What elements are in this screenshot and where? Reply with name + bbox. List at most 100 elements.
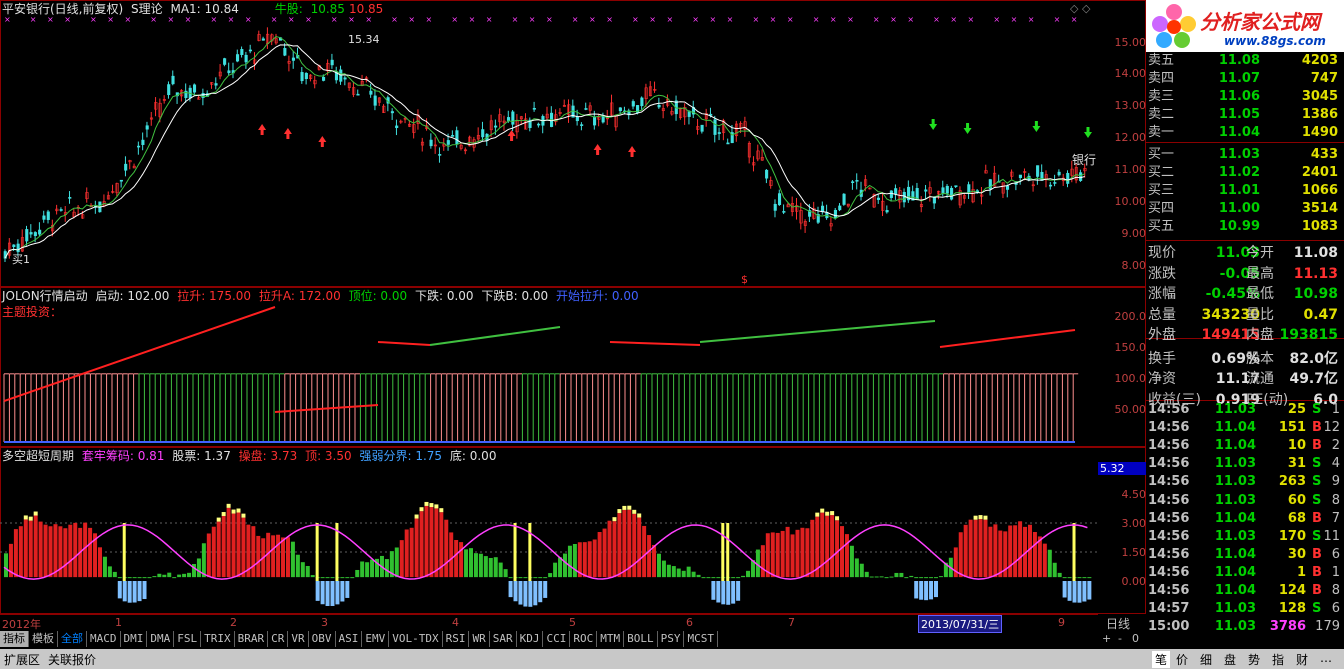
tab-wr[interactable]: WR: [469, 631, 490, 647]
tick-time: 14:56: [1148, 456, 1190, 472]
cycle-bar: [107, 566, 112, 578]
tab-roc[interactable]: ROC: [570, 631, 598, 647]
tab-kdj[interactable]: KDJ: [516, 631, 544, 647]
tab-vr[interactable]: VR: [288, 631, 309, 647]
signal-x-icon: ×: [288, 15, 295, 24]
candle-body: [141, 139, 145, 145]
zoom-in-button[interactable]: +: [1102, 632, 1111, 645]
stat-label2: 量比: [1246, 306, 1274, 323]
quote-tab[interactable]: 指: [1272, 651, 1284, 668]
signal-x-icon: ×: [426, 15, 433, 24]
tab-dma[interactable]: DMA: [147, 631, 175, 647]
quote-tab[interactable]: 财: [1296, 651, 1308, 668]
candle-body: [438, 154, 442, 156]
cycle-bar: [562, 553, 567, 578]
tab-psy[interactable]: PSY: [657, 631, 685, 647]
tab-emv[interactable]: EMV: [362, 631, 390, 647]
signal-x-icon: ×: [64, 15, 71, 24]
candlestick-chart[interactable]: × × × × × × × × × × × × × × × × × × × × × × × × × × × × × × × × × × × × × × × ×…: [0, 14, 1098, 286]
cycle-bar: [434, 508, 439, 578]
tab-mcst[interactable]: MCST: [684, 631, 718, 647]
cycle-bar-cap: [978, 515, 983, 520]
quote-tab[interactable]: 势: [1248, 651, 1260, 668]
cycle-bar: [97, 547, 102, 578]
jolon-axis: 200.0 150.0 100.0 50.00: [1098, 287, 1147, 447]
stat-value2: 11.08: [1293, 245, 1338, 261]
tick-count: 11: [1323, 528, 1340, 544]
tick-volume: 31: [1287, 456, 1306, 472]
cycle-bar: [706, 577, 711, 579]
cycle-bar-neg: [523, 581, 528, 607]
tab-asi[interactable]: ASI: [335, 631, 363, 647]
tab-全部[interactable]: 全部: [58, 631, 87, 647]
tab-cr[interactable]: CR: [268, 631, 289, 647]
tick-side: B: [1312, 546, 1322, 562]
tab-brar[interactable]: BRAR: [234, 631, 269, 647]
tab-sar[interactable]: SAR: [489, 631, 517, 647]
tick-time: 14:56: [1148, 474, 1190, 490]
cycle-bar: [281, 537, 286, 578]
cycle-bar: [1013, 525, 1018, 578]
signal-x-icon: ×: [606, 15, 613, 24]
cycle-bar: [582, 542, 587, 578]
candle-body: [726, 142, 730, 145]
candle-body: [291, 57, 296, 61]
tab-mtm[interactable]: MTM: [597, 631, 625, 647]
cycle-bar: [429, 507, 434, 578]
jolon-chart[interactable]: [0, 287, 1098, 447]
cycle-bar-cap: [429, 503, 434, 508]
duokong-chart[interactable]: [0, 447, 1098, 614]
jolon-trend-line: [429, 326, 561, 346]
candle-body: [782, 211, 786, 213]
related-quote-tab[interactable]: 关联报价: [48, 651, 96, 668]
quote-tab[interactable]: …: [1320, 651, 1332, 665]
cycle-bar-cap: [815, 512, 820, 517]
cycle-bar: [152, 576, 157, 578]
candle-body: [167, 84, 171, 96]
cycle-bar: [399, 540, 404, 578]
tab-fsl[interactable]: FSL: [174, 631, 202, 647]
tick-time: 14:57: [1148, 601, 1190, 617]
period-label[interactable]: 日线: [1106, 615, 1130, 632]
zoom-reset-button[interactable]: 0: [1132, 632, 1139, 645]
cycle-bar: [469, 548, 474, 578]
candle-body: [657, 104, 661, 108]
cycle-bar: [325, 577, 330, 579]
tab-vol-tdx[interactable]: VOL-TDX: [389, 631, 443, 647]
signal-x-icon: ×: [546, 15, 553, 24]
quote-tab[interactable]: 细: [1200, 651, 1212, 668]
tab-macd[interactable]: MACD: [87, 631, 121, 647]
tab-dmi[interactable]: DMI: [120, 631, 148, 647]
tab-boll[interactable]: BOLL: [624, 631, 658, 647]
stat-value2: 49.7亿: [1289, 371, 1338, 387]
stat-label: 换手: [1148, 350, 1176, 367]
candle-body: [924, 189, 928, 192]
quote-tab[interactable]: 盘: [1224, 651, 1236, 668]
quote-tab[interactable]: 笔: [1152, 651, 1171, 668]
candle-body: [640, 97, 644, 107]
tick-volume: 3786: [1269, 619, 1306, 635]
expand-area-tab[interactable]: 扩展区: [4, 651, 40, 668]
candle-body: [932, 196, 936, 204]
tick-row: 14:56 11.04 124 B 8: [1146, 582, 1342, 600]
tab-模板[interactable]: 模板: [29, 631, 58, 647]
tick-side: B: [1312, 438, 1322, 454]
quote-tab[interactable]: 价: [1176, 651, 1188, 668]
cycle-bar-neg: [513, 581, 518, 602]
zoom-out-button[interactable]: -: [1118, 632, 1122, 645]
tab-cci[interactable]: CCI: [543, 631, 571, 647]
tick-row: 14:56 11.04 30 B 6: [1146, 546, 1342, 564]
tab-trix[interactable]: TRIX: [201, 631, 235, 647]
cycle-bar: [919, 577, 924, 579]
candle-body: [537, 123, 541, 126]
signal-x-icon: ×: [830, 15, 837, 24]
tab-rsi[interactable]: RSI: [442, 631, 470, 647]
cycle-bar: [483, 556, 488, 578]
cycle-bar: [711, 577, 716, 579]
cycle-bar: [988, 526, 993, 578]
signal-x-icon: ×: [47, 15, 54, 24]
tab-obv[interactable]: OBV: [308, 631, 336, 647]
cycle-bar-cap: [216, 517, 221, 522]
tab-指标[interactable]: 指标: [0, 631, 29, 647]
order-row: 卖四 11.07 747: [1146, 70, 1342, 88]
